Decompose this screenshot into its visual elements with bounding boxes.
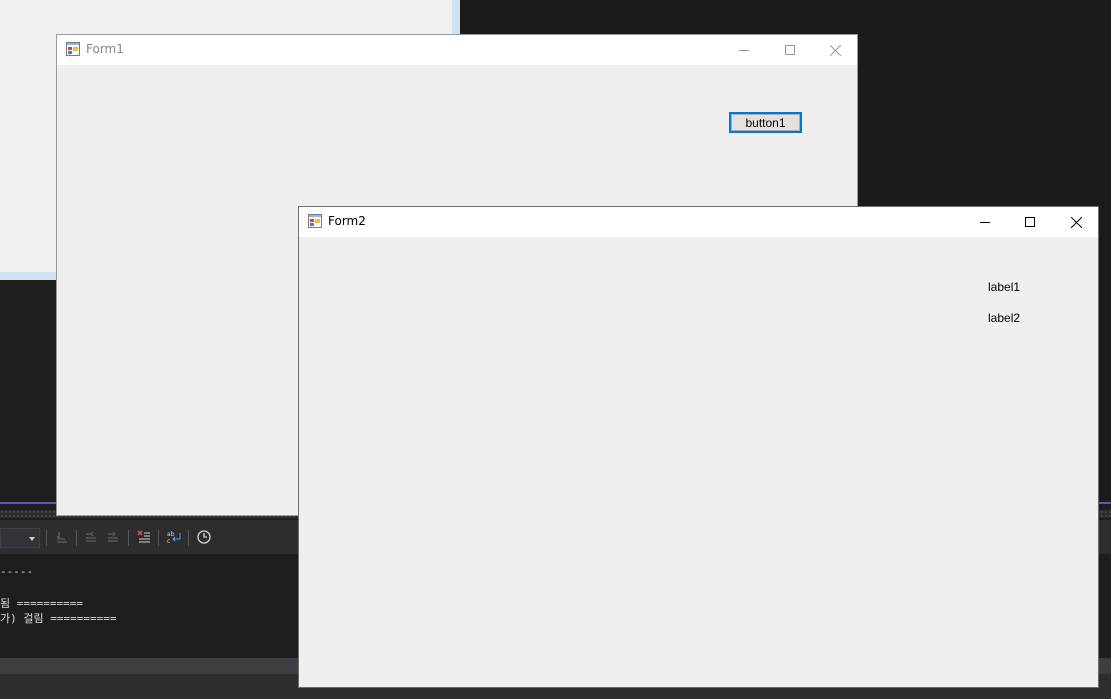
toolbar-separator [188, 530, 189, 546]
maximize-icon [785, 45, 795, 55]
form1-title: Form1 [86, 42, 124, 56]
close-icon [829, 44, 841, 56]
toolbar-separator [158, 530, 159, 546]
winforms-app-icon [308, 214, 322, 228]
form2-titlebar[interactable]: Form2 [299, 207, 1098, 237]
next-message-icon[interactable] [103, 528, 123, 548]
find-message-icon[interactable] [52, 528, 72, 548]
close-icon [1070, 216, 1082, 228]
form2-maximize-button[interactable] [1007, 207, 1053, 237]
clock-icon[interactable] [194, 528, 214, 548]
toolbar-separator [46, 530, 47, 546]
form1-maximize-button[interactable] [767, 35, 813, 65]
label2: label2 [988, 311, 1021, 325]
form2-title: Form2 [328, 214, 366, 228]
word-wrap-icon[interactable]: ab c [164, 528, 184, 548]
form1-close-button[interactable] [812, 35, 858, 65]
button1-label: button1 [745, 115, 786, 130]
form1-titlebar[interactable]: Form1 [57, 35, 857, 65]
toolbar-separator [76, 530, 77, 546]
toolbar-separator [128, 530, 129, 546]
previous-message-icon[interactable] [81, 528, 101, 548]
chevron-down-icon [29, 537, 35, 541]
output-line: ----- [0, 565, 34, 578]
svg-text:ab: ab [167, 531, 175, 538]
desktop: ab c ----- 됨 ========== 가) 걸림 ========== … [0, 0, 1111, 699]
form1-minimize-button[interactable] [721, 35, 767, 65]
form2-close-button[interactable] [1053, 207, 1099, 237]
winforms-app-icon [66, 42, 80, 56]
minimize-icon [980, 222, 990, 223]
svg-text:c: c [167, 538, 170, 544]
output-line: 가) 걸림 ========== [0, 612, 117, 625]
minimize-icon [739, 50, 749, 51]
form2-minimize-button[interactable] [962, 207, 1008, 237]
form2-window[interactable]: Form2 label1 label2 [298, 206, 1099, 688]
button1[interactable]: button1 [729, 112, 802, 133]
maximize-icon [1025, 217, 1035, 227]
output-line: 됨 ========== [0, 597, 83, 610]
output-source-dropdown[interactable] [0, 528, 40, 548]
label1: label1 [988, 280, 1021, 294]
clear-all-icon[interactable] [134, 528, 154, 548]
